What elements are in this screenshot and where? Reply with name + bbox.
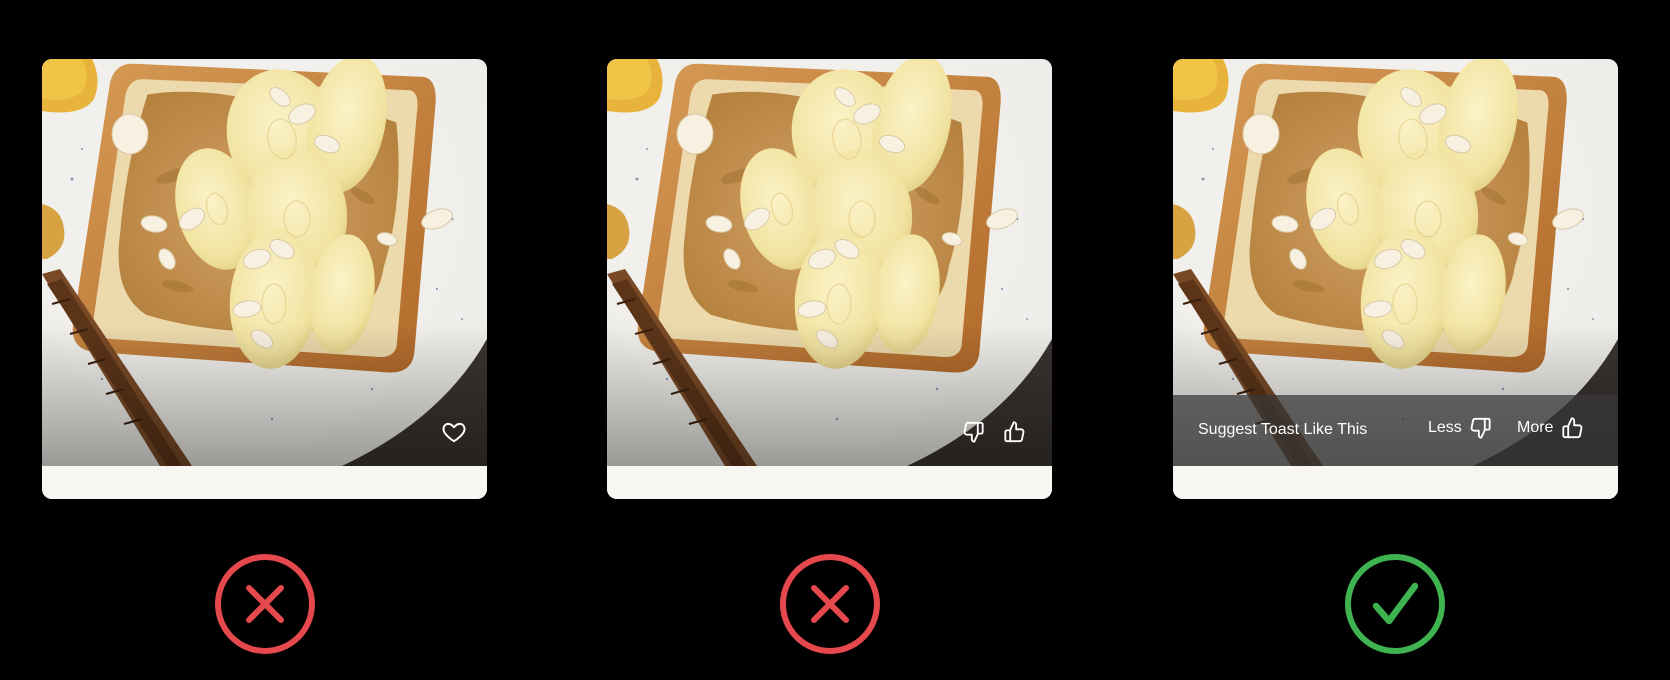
card-footer bbox=[1173, 466, 1618, 499]
food-card-thumbs[interactable] bbox=[607, 59, 1052, 499]
food-card-heart[interactable] bbox=[42, 59, 487, 499]
toast-photo bbox=[607, 59, 1052, 466]
suggest-bar: Suggest Toast Like This Less More bbox=[1173, 395, 1618, 466]
less-label: Less bbox=[1428, 419, 1462, 436]
more-label: More bbox=[1517, 419, 1554, 436]
x-circle-icon bbox=[780, 554, 880, 654]
toast-photo bbox=[42, 59, 487, 466]
card-footer bbox=[607, 466, 1052, 499]
card-footer bbox=[42, 466, 487, 499]
thumbs-up-icon bbox=[1562, 417, 1583, 439]
heart-icon[interactable] bbox=[439, 417, 469, 447]
suggest-label: Suggest Toast Like This bbox=[1198, 421, 1368, 438]
less-button[interactable]: Less bbox=[1428, 415, 1494, 441]
thumbs-down-icon[interactable] bbox=[959, 417, 989, 447]
food-card-suggest[interactable]: Suggest Toast Like This Less More bbox=[1173, 59, 1618, 499]
thumbs-down-icon bbox=[1470, 417, 1491, 439]
x-circle-icon bbox=[215, 554, 315, 654]
more-button[interactable]: More bbox=[1517, 415, 1585, 441]
check-circle-icon bbox=[1345, 554, 1445, 654]
thumbs-up-icon[interactable] bbox=[999, 417, 1029, 447]
